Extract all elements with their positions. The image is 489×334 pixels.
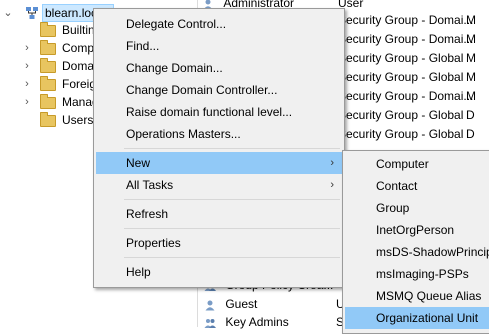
context-menu: Delegate Control... Find... Change Domai… [93,8,345,288]
list-row-type: Security Group - Domai... [338,32,474,46]
submenu-item-computer[interactable]: Computer [345,153,489,175]
list-row-desc: D [466,127,475,141]
submenu-item-msimaging-psps[interactable]: msImaging-PSPs [345,263,489,285]
list-row[interactable]: Guest U [204,295,345,314]
menu-item-help[interactable]: Help [96,261,342,283]
list-row[interactable]: Security Group - Global D [338,106,475,125]
menu-item-all-tasks[interactable]: All Tasks › [96,174,342,196]
menu-item-delegate-control[interactable]: Delegate Control... [96,13,342,35]
group-icon [204,318,216,328]
chevron-right-icon[interactable]: › [22,39,32,57]
menu-separator [124,228,340,229]
menu-item-refresh[interactable]: Refresh [96,203,342,225]
list-row-desc: M [466,32,476,46]
menu-separator [124,199,340,200]
folder-icon [40,58,56,73]
folder-icon [40,94,56,109]
menu-item-change-domain-controller[interactable]: Change Domain Controller... [96,79,342,101]
chevron-right-icon[interactable]: › [22,93,32,111]
menu-item-change-domain[interactable]: Change Domain... [96,57,342,79]
menu-item-properties[interactable]: Properties [96,232,342,254]
list-row[interactable]: Security Group - Domai... M [338,11,476,30]
menu-item-new-label: New [126,156,151,170]
submenu-item-inetorgperson[interactable]: InetOrgPerson [345,219,489,241]
submenu-item-msds-shadowprincipal[interactable]: msDS-ShadowPrincip [345,241,489,263]
submenu-item-organizational-unit[interactable]: Organizational Unit [345,307,489,329]
menu-item-find[interactable]: Find... [96,35,342,57]
list-row[interactable]: Security Group - Domai... M [338,87,476,106]
submenu-item-group[interactable]: Group [345,197,489,219]
list-row[interactable]: Security Group - Global M [338,49,476,68]
list-row-desc: D [466,108,475,122]
list-row[interactable]: Key Admins S [204,313,344,332]
menu-separator [124,257,340,258]
list-row-type: Security Group - Domai... [338,89,474,103]
list-row-type: Security Group - Global [338,108,464,122]
list-row-desc: M [466,89,476,103]
list-row-desc: M [466,70,476,84]
menu-item-operations-masters[interactable]: Operations Masters... [96,123,342,145]
chevron-right-icon: › [330,179,334,191]
list-row[interactable]: Security Group - Domai... M [338,30,476,49]
list-row[interactable]: Security Group - Global M [338,68,476,87]
menu-separator [124,148,340,149]
list-row-type: Security Group - Domai... [338,13,474,27]
user-icon [205,300,215,311]
list-row[interactable]: Security Group - Global D [338,125,475,144]
folder-icon [40,40,56,55]
list-row-type: Security Group - Global [338,51,464,65]
list-row-type: Security Group - Global [338,127,464,141]
list-row-type: Security Group - Global [338,70,464,84]
chevron-right-icon[interactable]: › [22,75,32,93]
menu-item-new[interactable]: New › [96,152,342,174]
chevron-right-icon: › [330,157,334,169]
folder-icon [40,22,56,37]
menu-item-raise-functional-level[interactable]: Raise domain functional level... [96,101,342,123]
domain-icon [26,7,38,19]
tree-item-label: Users [62,113,94,127]
folder-icon [40,112,56,127]
menu-item-all-tasks-label: All Tasks [126,178,174,192]
list-row-desc: M [466,13,476,27]
new-submenu: Computer Contact Group InetOrgPerson msD… [342,150,489,334]
chevron-right-icon[interactable]: › [22,57,32,75]
submenu-item-contact[interactable]: Contact [345,175,489,197]
chevron-down-icon[interactable]: ⌄ [3,4,13,22]
folder-icon [40,76,56,91]
list-row-name: Guest [225,297,258,311]
tree-item-label: Builtin [62,23,95,37]
list-row-desc: M [466,51,476,65]
submenu-item-msmq-queue-alias[interactable]: MSMQ Queue Alias [345,285,489,307]
